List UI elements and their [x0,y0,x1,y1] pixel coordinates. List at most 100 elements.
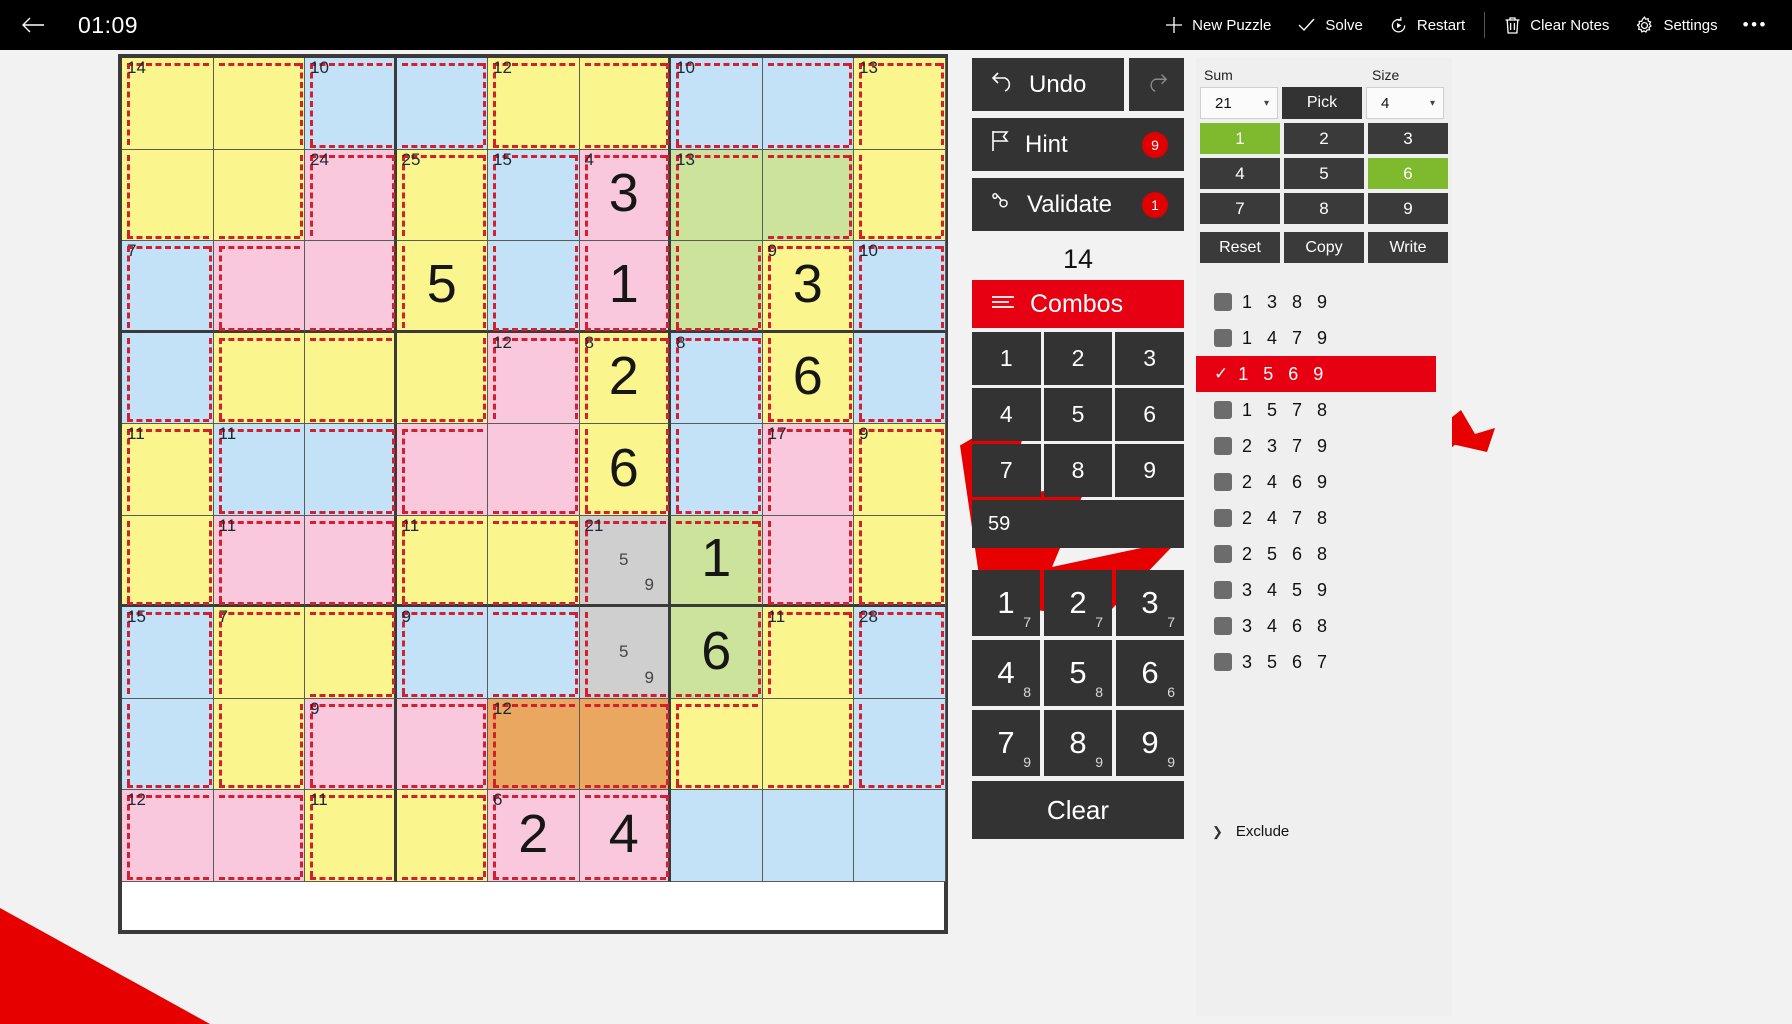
redo-button[interactable] [1129,58,1184,111]
sudoku-cell[interactable] [854,332,946,424]
sudoku-cell[interactable]: 15 [122,607,214,699]
sudoku-cell[interactable]: 1 [579,241,671,333]
sudoku-cell[interactable]: 12 [488,698,580,790]
sudoku-cell[interactable]: 12 [488,332,580,424]
sudoku-cell[interactable] [122,515,214,607]
sudoku-cell[interactable]: 6 [579,424,671,516]
combos-digit-grid[interactable]: 123 456 789 [972,332,1184,497]
sudoku-cell[interactable]: 21 5 9 [579,515,671,607]
combos-digit-cell[interactable]: 3 [1115,332,1184,385]
sudoku-cell[interactable] [488,424,580,516]
checkbox-icon[interactable] [1214,473,1232,491]
combination-row[interactable]: 3 4 5 9 [1202,572,1452,608]
sudoku-cell[interactable] [671,241,763,333]
sidebar-action-button[interactable]: Reset [1200,232,1280,263]
checkbox-icon[interactable] [1214,401,1232,419]
sudoku-cell[interactable] [213,698,305,790]
sudoku-cell[interactable]: 25 [396,149,488,241]
sudoku-cell[interactable] [213,790,305,882]
sidebar-action-row[interactable]: Reset Copy Write [1196,228,1452,267]
combos-digit-cell[interactable]: 5 [1043,388,1113,441]
sudoku-cell[interactable]: 59 [579,607,671,699]
sudoku-cell[interactable]: 11 [122,424,214,516]
sudoku-cell[interactable] [854,698,946,790]
sudoku-cell[interactable] [488,607,580,699]
pick-button[interactable]: Pick [1282,87,1362,119]
sudoku-cell[interactable]: 9 [305,698,397,790]
sudoku-cell[interactable] [305,515,397,607]
sudoku-cell[interactable]: 5 [396,241,488,333]
sudoku-cell[interactable] [396,58,488,150]
sudoku-cell[interactable] [122,698,214,790]
checkbox-icon[interactable] [1214,617,1232,635]
sudoku-cell[interactable] [671,424,763,516]
combos-digit-cell[interactable]: 8 [1043,444,1113,497]
checkbox-icon[interactable] [1214,545,1232,563]
digit-filter-button[interactable]: 3 [1368,123,1448,154]
combination-row[interactable]: 1 3 8 9 [1202,284,1452,320]
combination-row[interactable]: 2 3 7 9 [1202,428,1452,464]
digit-filter-button[interactable]: 9 [1368,193,1448,224]
overflow-menu-icon[interactable]: ••• [1731,9,1784,41]
sudoku-cell[interactable] [671,790,763,882]
numpad-key[interactable]: 89 [1044,710,1112,776]
sudoku-cell[interactable]: 11 [213,515,305,607]
sudoku-cell[interactable]: 12 [488,58,580,150]
sudoku-cell[interactable]: 8 [671,332,763,424]
combos-digit-cell[interactable]: 6 [1115,388,1184,441]
checkbox-icon[interactable] [1214,329,1232,347]
clear-button[interactable]: Clear [972,781,1184,839]
sidebar-action-button[interactable]: Write [1368,232,1448,263]
sudoku-cell[interactable] [305,241,397,333]
sudoku-cell[interactable]: 28 [854,607,946,699]
sudoku-cell[interactable]: 17 [762,424,854,516]
sudoku-cell[interactable]: 10 [854,241,946,333]
sudoku-cell[interactable] [854,790,946,882]
digit-filter-button[interactable]: 6 [1368,158,1448,189]
sidebar-action-button[interactable]: Copy [1284,232,1364,263]
numpad-key[interactable]: 99 [1116,710,1184,776]
combination-row[interactable]: 1 5 7 8 [1202,392,1452,428]
combination-row[interactable]: 2 5 6 8 [1202,536,1452,572]
sudoku-cell[interactable] [671,698,763,790]
clear-notes-button[interactable]: Clear Notes [1491,6,1622,44]
numpad-key[interactable]: 17 [972,570,1040,636]
checkbox-icon[interactable] [1214,653,1232,671]
sudoku-cell[interactable] [762,58,854,150]
sudoku-cell[interactable] [122,149,214,241]
sudoku-cell[interactable]: 7 [122,241,214,333]
sudoku-board[interactable]: 14 10 12 10 13 24 25 15 4 3 13 7 5 1 9 3 10 12 8 2 8 6 11 11 6 17… [118,54,948,934]
sudoku-cell[interactable] [213,241,305,333]
check-icon[interactable]: ✓ [1214,364,1228,384]
digit-filter-button[interactable]: 8 [1284,193,1364,224]
combos-digit-cell[interactable]: 7 [972,444,1041,497]
sudoku-cell[interactable]: 11 [213,424,305,516]
combination-row[interactable]: 1 4 7 9 [1202,320,1452,356]
sudoku-cell[interactable] [579,698,671,790]
sudoku-cell[interactable]: 10 [305,58,397,150]
sudoku-cell[interactable]: 12 [122,790,214,882]
checkbox-icon[interactable] [1214,293,1232,311]
checkbox-icon[interactable] [1214,581,1232,599]
numpad-key[interactable]: 66 [1116,640,1184,706]
back-icon[interactable] [10,5,56,45]
sudoku-cell[interactable]: 4 [579,790,671,882]
sudoku-cell[interactable]: 93 [762,241,854,333]
sudoku-cell[interactable] [396,332,488,424]
digit-filter-button[interactable]: 2 [1284,123,1364,154]
solve-button[interactable]: Solve [1284,6,1376,44]
combos-header[interactable]: Combos [972,280,1184,328]
sudoku-cell[interactable]: 43 [579,149,671,241]
hint-button[interactable]: Hint 9 [972,118,1184,171]
sudoku-cell[interactable] [854,515,946,607]
sudoku-cell[interactable]: 24 [305,149,397,241]
number-pad[interactable]: 172737485866798999 [972,570,1184,776]
sudoku-cell[interactable]: 11 [305,790,397,882]
sudoku-cell[interactable]: 10 [671,58,763,150]
sudoku-cell[interactable]: 13 [854,58,946,150]
sudoku-cell[interactable] [305,332,397,424]
sudoku-cell[interactable] [854,149,946,241]
sudoku-cell[interactable] [762,698,854,790]
checkbox-icon[interactable] [1214,437,1232,455]
combination-row[interactable]: 3 4 6 8 [1202,608,1452,644]
